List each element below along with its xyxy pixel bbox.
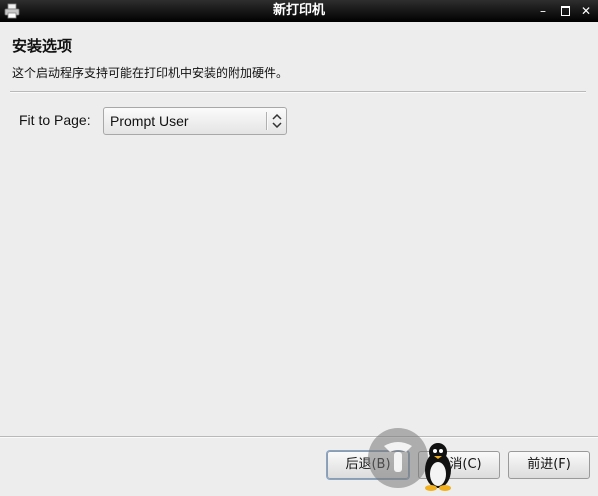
page-description: 这个启动程序支持可能在打印机中安装的附加硬件。 xyxy=(12,66,289,80)
updown-arrows-icon xyxy=(270,111,284,131)
minimize-button[interactable]: – xyxy=(535,3,551,19)
minimize-icon: – xyxy=(540,4,546,18)
footer-divider xyxy=(0,436,598,438)
close-button[interactable]: ✕ xyxy=(578,3,594,19)
cancel-button[interactable]: 取消(C) xyxy=(418,451,500,479)
window-titlebar[interactable]: 新打印机 – ✕ xyxy=(0,0,598,22)
forward-button[interactable]: 前进(F) xyxy=(508,451,590,479)
fit-to-page-label: Fit to Page: xyxy=(19,112,91,128)
maximize-icon xyxy=(560,6,570,16)
maximize-button[interactable] xyxy=(557,3,573,19)
header-divider xyxy=(10,91,586,93)
fit-to-page-select[interactable]: Prompt User xyxy=(103,107,287,135)
window-title: 新打印机 xyxy=(272,3,325,18)
close-icon: ✕ xyxy=(580,4,592,18)
combo-divider xyxy=(266,112,267,130)
fit-to-page-value: Prompt User xyxy=(110,113,189,129)
page-title: 安装选项 xyxy=(12,37,73,55)
back-button[interactable]: 后退(B) xyxy=(327,451,409,479)
